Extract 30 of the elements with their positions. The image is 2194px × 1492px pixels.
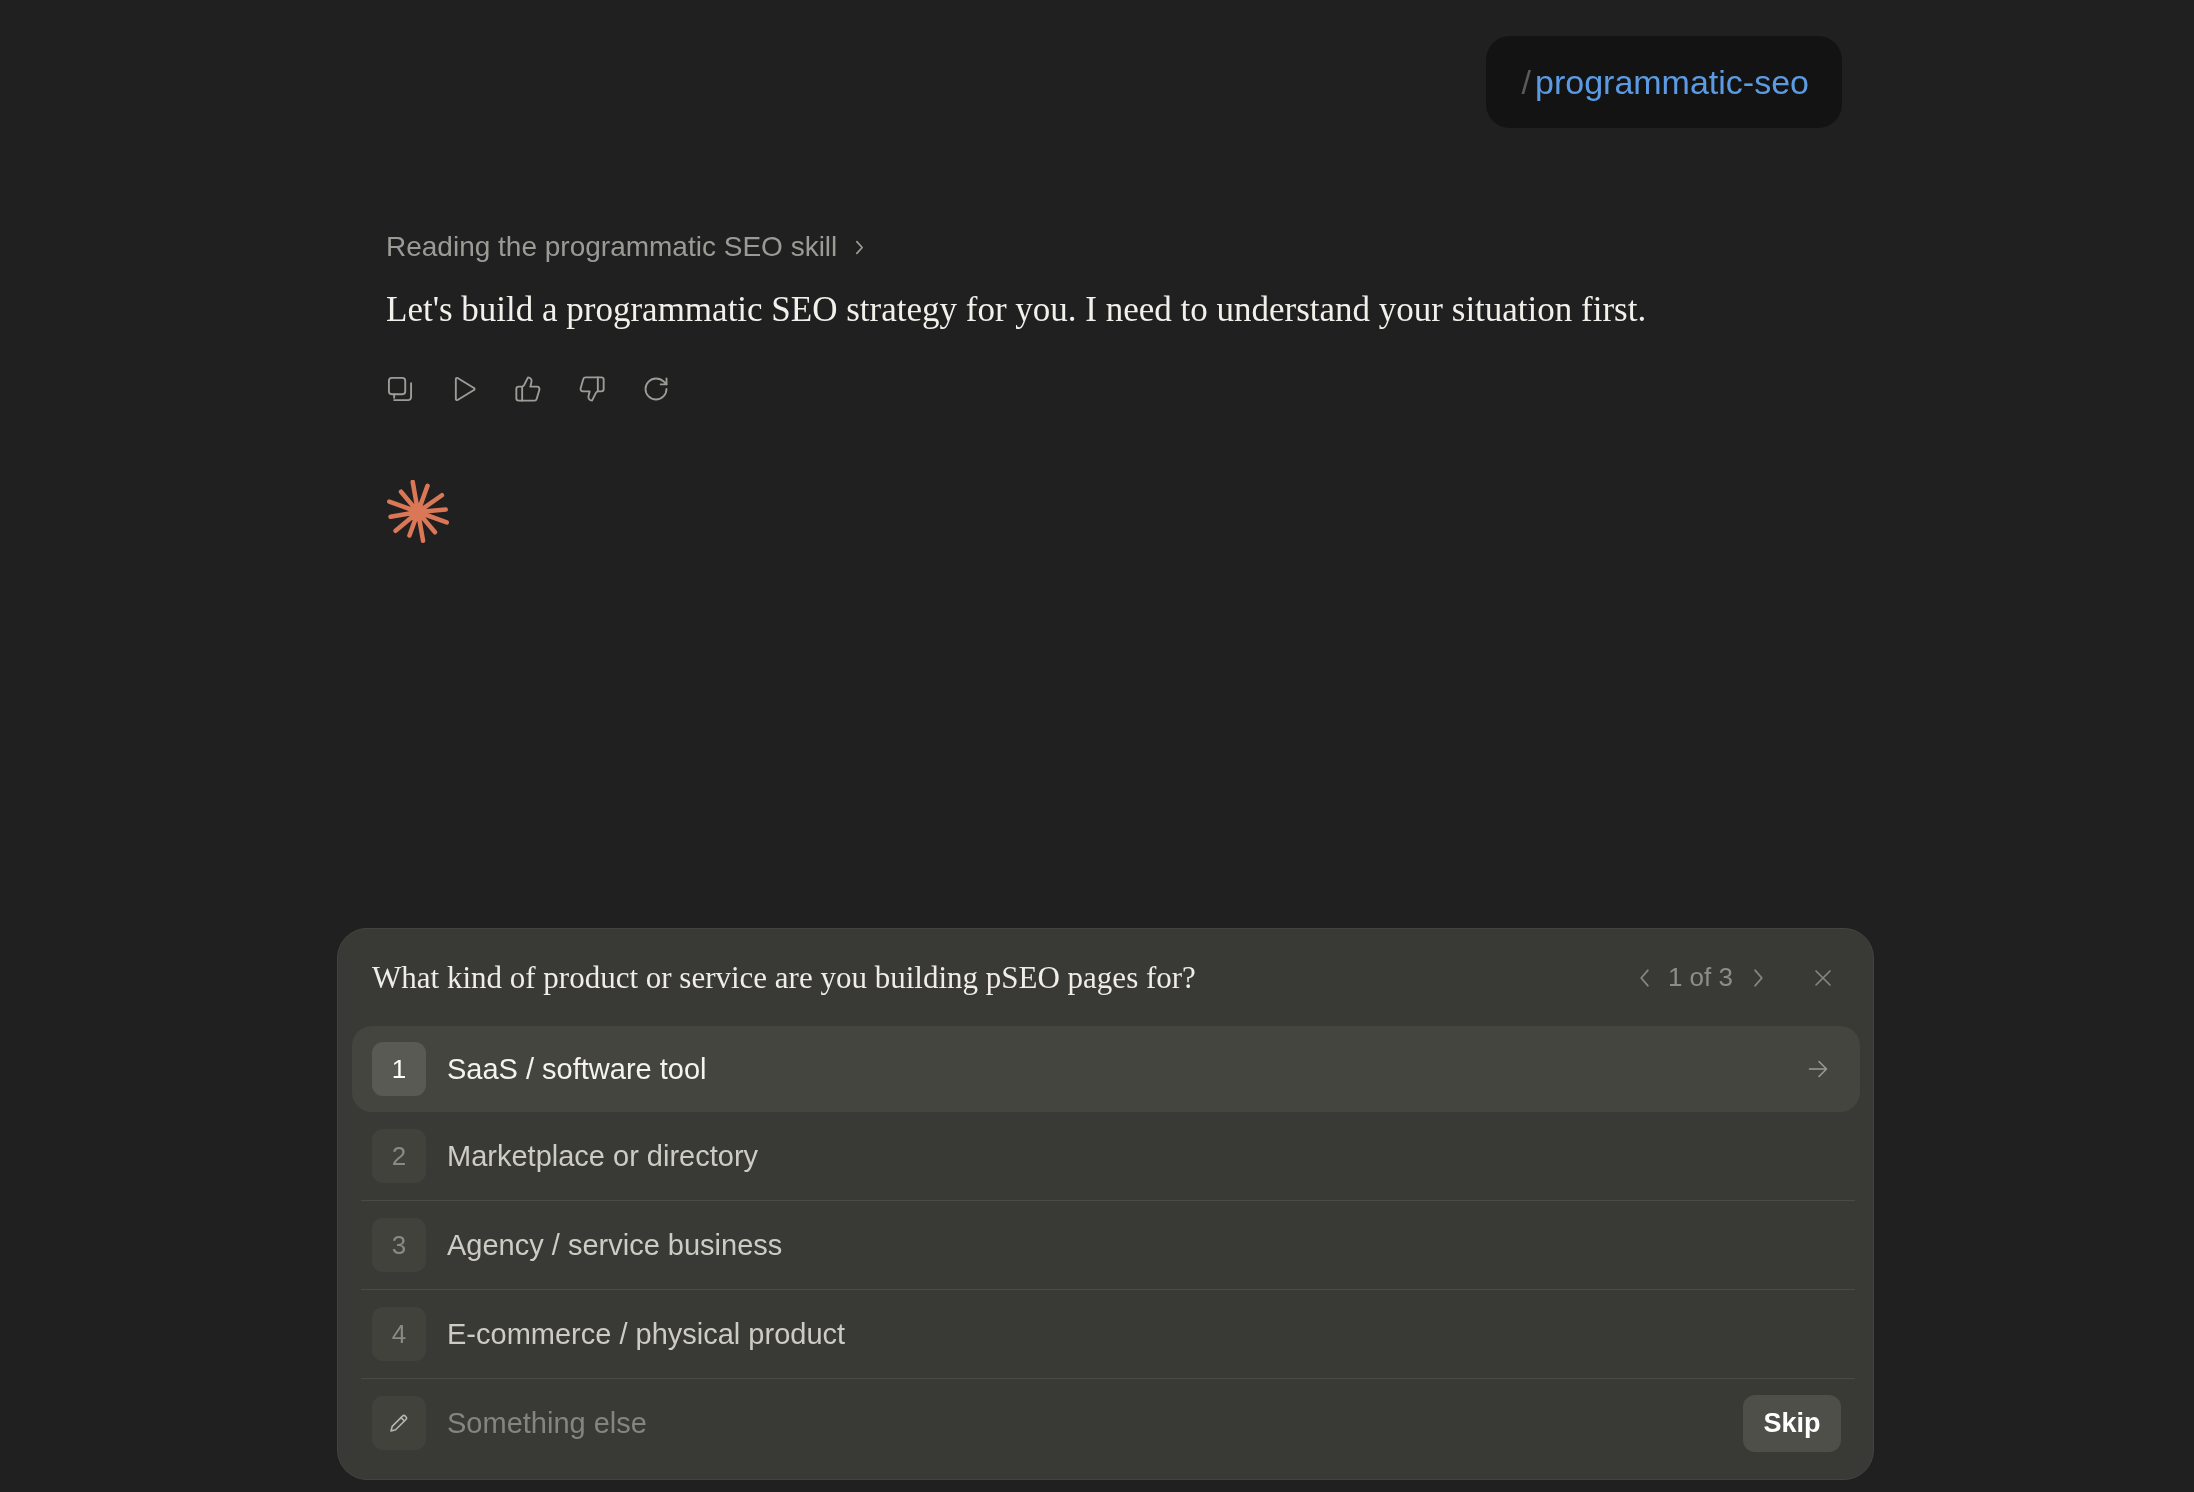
question-text: What kind of product or service are you building pSEO pages for? xyxy=(372,959,1197,996)
close-icon[interactable] xyxy=(1814,968,1832,987)
reading-status-button[interactable]: Reading the programmatic SEO skill xyxy=(386,228,865,266)
thumbs-down-icon[interactable] xyxy=(578,374,606,404)
option-item[interactable]: 3 Agency / service business xyxy=(352,1201,1860,1289)
skip-button[interactable]: Skip xyxy=(1743,1394,1841,1452)
option-item[interactable]: 2 Marketplace or directory xyxy=(352,1112,1860,1200)
assistant-message: Let's build a programmatic SEO strategy for you. I need to understand your situation first. xyxy=(386,289,1647,331)
copy-icon[interactable] xyxy=(386,374,414,404)
command-text: programmatic-seo xyxy=(1535,62,1809,102)
pencil-icon xyxy=(372,1396,426,1450)
thumbs-up-icon[interactable] xyxy=(514,374,542,404)
option-number: 4 xyxy=(372,1307,426,1361)
option-label: Marketplace or directory xyxy=(447,1139,760,1173)
other-answer-input[interactable]: Something else xyxy=(447,1398,1743,1448)
option-label: E-commerce / physical product xyxy=(447,1317,847,1351)
chevron-icon xyxy=(855,239,865,255)
sparkle-icon xyxy=(386,480,450,544)
slash-mark: / xyxy=(1521,62,1531,102)
option-label: Agency / service business xyxy=(447,1228,784,1262)
arrow-right-icon xyxy=(1808,1060,1828,1078)
option-label: SaaS / software tool xyxy=(447,1052,708,1086)
previous-icon[interactable] xyxy=(1638,967,1650,988)
option-item[interactable]: 1 SaaS / software tool xyxy=(352,1026,1860,1112)
option-item[interactable]: 4 E-commerce / physical product xyxy=(352,1290,1860,1378)
option-number: 1 xyxy=(372,1042,426,1096)
next-icon[interactable] xyxy=(1753,967,1764,988)
page-counter: 1 of 3 xyxy=(1667,962,1733,993)
option-number: 2 xyxy=(372,1129,426,1183)
option-number: 3 xyxy=(372,1218,426,1272)
